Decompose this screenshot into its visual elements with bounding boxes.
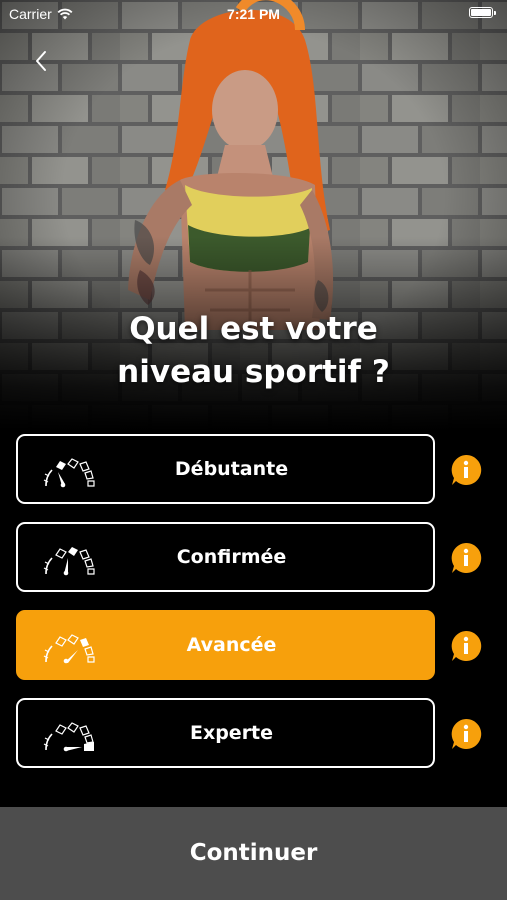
level-row-experte: Experte bbox=[16, 698, 496, 771]
info-bubble-icon[interactable] bbox=[449, 629, 483, 663]
continue-label: Continuer bbox=[189, 839, 318, 866]
level-label-experte: Experte bbox=[189, 722, 274, 744]
screen: Carrier 7:21 PM Quel est votre niveau sp… bbox=[0, 0, 507, 900]
back-button[interactable] bbox=[28, 48, 54, 74]
info-bubble-icon[interactable] bbox=[449, 717, 483, 751]
chevron-left-icon bbox=[36, 51, 46, 71]
info-bubble-icon[interactable] bbox=[449, 453, 483, 487]
status-bar: Carrier 7:21 PM bbox=[0, 0, 507, 28]
level-label-avancee: Avancée bbox=[186, 634, 277, 656]
level-option-debutante[interactable]: Débutante bbox=[16, 434, 435, 504]
status-time: 7:21 PM bbox=[227, 6, 280, 22]
info-bubble-icon[interactable] bbox=[449, 541, 483, 575]
level-label-confirmee: Confirmée bbox=[176, 546, 287, 568]
level-row-confirmee: Confirmée bbox=[16, 522, 496, 595]
level-label-debutante: Débutante bbox=[174, 458, 289, 480]
page-title-line-1: Quel est votre bbox=[129, 311, 378, 347]
level-row-avancee: Avancée bbox=[16, 610, 496, 683]
level-row-debutante: Débutante bbox=[16, 434, 496, 507]
battery-icon bbox=[469, 7, 496, 18]
level-option-confirmee[interactable]: Confirmée bbox=[16, 522, 435, 592]
page-title-line-2: niveau sportif ? bbox=[117, 354, 390, 390]
level-option-experte[interactable]: Experte bbox=[16, 698, 435, 768]
page-title: Quel est votre niveau sportif ? bbox=[0, 308, 507, 394]
level-option-avancee[interactable]: Avancée bbox=[16, 610, 435, 680]
continue-button[interactable]: Continuer bbox=[0, 807, 507, 900]
